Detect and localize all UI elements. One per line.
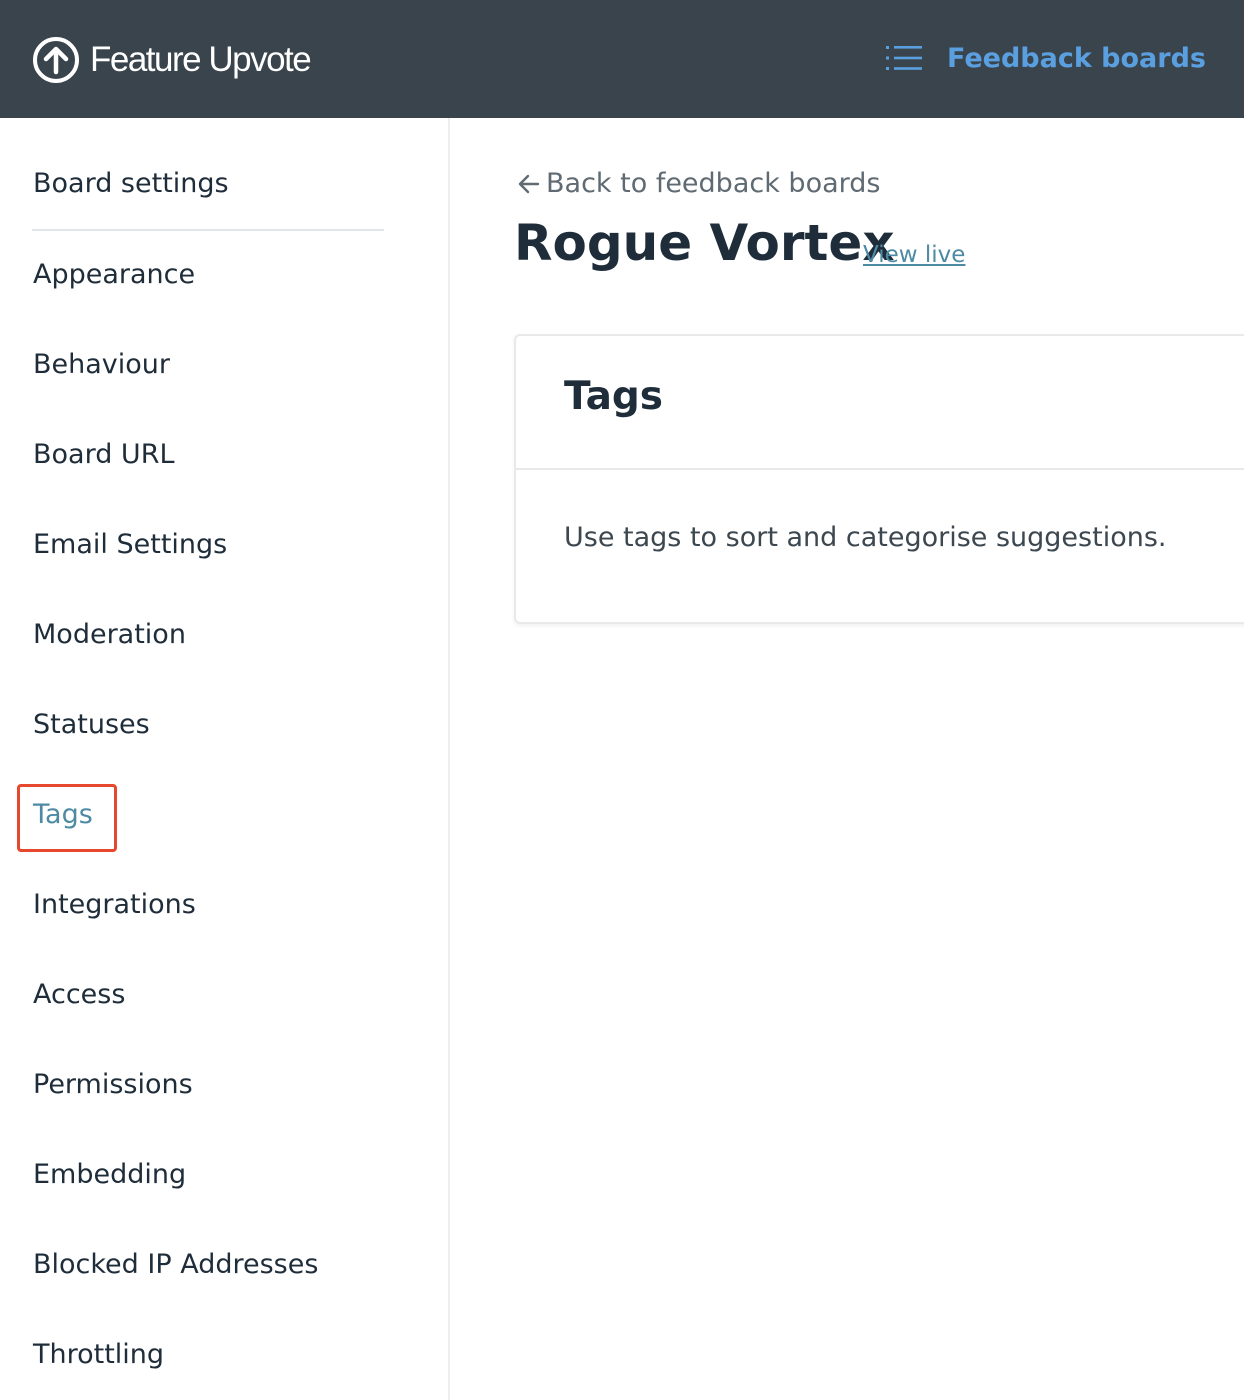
sidebar-item-tags[interactable]: Tags [33, 799, 93, 830]
back-to-feedback-boards-link[interactable]: Back to feedback boards [516, 168, 880, 199]
sidebar-item-embedding[interactable]: Embedding [33, 1159, 186, 1190]
settings-sidebar: Board settings Appearance Behaviour Boar… [0, 118, 450, 1400]
view-live-link[interactable]: View live [863, 242, 965, 268]
tags-card: Tags Use tags to sort and categorise sug… [514, 334, 1244, 624]
card-description: Use tags to sort and categorise suggesti… [564, 522, 1167, 553]
list-icon [885, 46, 922, 70]
board-name-title: Rogue Vortex [514, 214, 895, 272]
back-link-label: Back to feedback boards [546, 168, 881, 199]
sidebar-title: Board settings [33, 168, 229, 199]
sidebar-item-permissions[interactable]: Permissions [33, 1069, 193, 1100]
sidebar-item-statuses[interactable]: Statuses [33, 709, 150, 740]
sidebar-item-moderation[interactable]: Moderation [33, 619, 186, 650]
feedback-boards-link[interactable]: Feedback boards [885, 38, 1206, 78]
logo[interactable]: Feature Upvote [32, 34, 312, 86]
sidebar-item-blocked-ip-addresses[interactable]: Blocked IP Addresses [33, 1249, 318, 1280]
card-header: Tags [516, 336, 1244, 470]
sidebar-divider [32, 229, 384, 231]
sidebar-item-appearance[interactable]: Appearance [33, 259, 195, 290]
upvote-circle-arrow-icon [33, 37, 79, 83]
logo-text: Feature Upvote [90, 40, 312, 79]
sidebar-item-board-url[interactable]: Board URL [33, 439, 175, 470]
main-content: Back to feedback boards Rogue Vortex Vie… [450, 118, 1244, 1400]
sidebar-item-integrations[interactable]: Integrations [33, 889, 196, 920]
card-title: Tags [564, 374, 664, 419]
sidebar-item-access[interactable]: Access [33, 979, 125, 1010]
top-navigation-bar: Feature Upvote Feedback boards [0, 0, 1244, 118]
sidebar-item-behaviour[interactable]: Behaviour [33, 349, 170, 380]
sidebar-item-email-settings[interactable]: Email Settings [33, 529, 227, 560]
arrow-left-icon [518, 174, 540, 193]
sidebar-item-throttling[interactable]: Throttling [33, 1339, 164, 1370]
feedback-boards-label: Feedback boards [946, 42, 1206, 74]
